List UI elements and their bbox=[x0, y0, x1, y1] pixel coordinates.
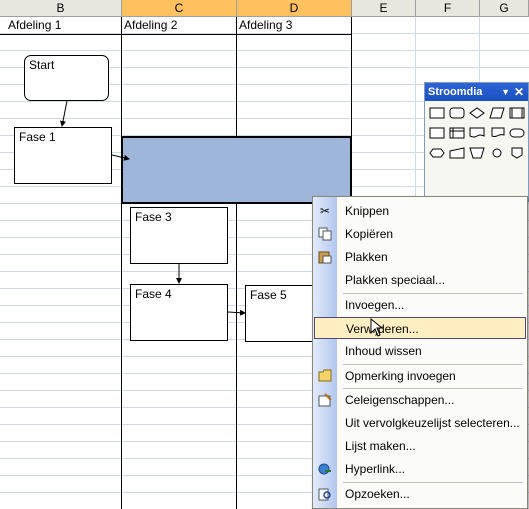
menu-item-inhoud-wissen[interactable]: Inhoud wissen bbox=[314, 340, 526, 362]
process-shape-icon[interactable] bbox=[427, 123, 447, 143]
column-header-c[interactable]: C bbox=[122, 0, 237, 17]
shape-palette bbox=[427, 103, 527, 163]
menu-item-label: Invoegen... bbox=[345, 298, 405, 312]
menu-item-celeigenschappen[interactable]: Celeigenschappen... bbox=[314, 389, 526, 411]
menu-item-label: Lijst maken... bbox=[345, 439, 416, 453]
selected-range[interactable] bbox=[121, 136, 352, 204]
data-shape-icon[interactable] bbox=[487, 103, 507, 123]
copy-icon bbox=[317, 226, 333, 242]
menu-item-label: Uit vervolgkeuzelijst selecteren... bbox=[345, 416, 520, 430]
menu-item-plakken-speciaal[interactable]: Plakken speciaal... bbox=[314, 269, 526, 291]
shape-fase5[interactable]: Fase 5 bbox=[245, 285, 315, 342]
hyperlink-icon bbox=[317, 461, 333, 477]
cell-d1[interactable]: Afdeling 3 bbox=[239, 18, 292, 32]
shape-fase1[interactable]: Fase 1 bbox=[14, 127, 112, 184]
manual-input-shape-icon[interactable] bbox=[447, 143, 467, 163]
internal-storage-shape-icon[interactable] bbox=[447, 123, 467, 143]
menu-item-label: Celeigenschappen... bbox=[345, 393, 455, 407]
menu-item-label: Hyperlink... bbox=[345, 462, 406, 476]
research-icon bbox=[317, 486, 333, 502]
menu-item-label: Kopiëren bbox=[345, 227, 394, 241]
menu-item-knippen[interactable]: ✂ Knippen bbox=[314, 200, 526, 222]
menu-item-lijst-maken[interactable]: Lijst maken... bbox=[314, 435, 526, 457]
toolbar-title: Stroomdia bbox=[428, 86, 483, 98]
column-border bbox=[121, 17, 122, 509]
paste-icon bbox=[317, 249, 333, 265]
column-header-g[interactable]: G bbox=[480, 0, 529, 17]
triangle-down-icon[interactable]: ▼ bbox=[501, 83, 510, 101]
manual-operation-shape-icon[interactable] bbox=[467, 143, 487, 163]
toolbar-title-bar[interactable]: Stroomdia ▼ ✕ bbox=[425, 83, 528, 101]
connector-shape-icon[interactable] bbox=[487, 143, 507, 163]
menu-item-label: Knippen bbox=[345, 204, 390, 218]
format-cells-icon bbox=[317, 392, 333, 408]
mouse-cursor-icon bbox=[370, 317, 384, 341]
menu-item-hyperlink[interactable]: Hyperlink... bbox=[314, 458, 526, 480]
menu-item-vervolgkeuzelijst[interactable]: Uit vervolgkeuzelijst selecteren... bbox=[314, 412, 526, 434]
flowchart-toolbar[interactable]: Stroomdia ▼ ✕ bbox=[424, 82, 529, 202]
menu-item-label: Inhoud wissen bbox=[345, 344, 422, 358]
shape-fase3[interactable]: Fase 3 bbox=[130, 207, 228, 264]
menu-item-label: Plakken bbox=[345, 250, 388, 264]
menu-item-verwijderen[interactable]: Verwijderen... bbox=[314, 317, 526, 339]
context-menu: ✂ Knippen Kopiëren Plakken Plakken speci… bbox=[312, 196, 528, 509]
menu-item-label: Opmerking invoegen bbox=[345, 369, 456, 383]
shape-start[interactable]: Start bbox=[24, 55, 109, 101]
spreadsheet: B C D E F G Afdeling 1 Afdeling 2 Afdeli… bbox=[0, 0, 529, 509]
process-shape-icon[interactable] bbox=[427, 103, 447, 123]
comment-icon bbox=[317, 368, 333, 384]
column-header-d[interactable]: D bbox=[237, 0, 352, 17]
menu-item-plakken[interactable]: Plakken bbox=[314, 246, 526, 268]
column-header-b[interactable]: B bbox=[0, 0, 122, 17]
alternate-process-shape-icon[interactable] bbox=[447, 103, 467, 123]
offpage-connector-shape-icon[interactable] bbox=[507, 143, 527, 163]
header-row-border bbox=[0, 34, 352, 35]
column-border bbox=[236, 17, 237, 509]
menu-item-opmerking-invoegen[interactable]: Opmerking invoegen bbox=[314, 365, 526, 387]
decision-shape-icon[interactable] bbox=[467, 103, 487, 123]
shape-fase4[interactable]: Fase 4 bbox=[130, 284, 228, 341]
menu-item-label: Plakken speciaal... bbox=[345, 273, 446, 287]
multidocument-shape-icon[interactable] bbox=[487, 123, 507, 143]
cell-b1[interactable]: Afdeling 1 bbox=[8, 18, 61, 32]
menu-item-label: Opzoeken... bbox=[345, 487, 410, 501]
close-icon[interactable]: ✕ bbox=[514, 83, 524, 101]
preparation-shape-icon[interactable] bbox=[427, 143, 447, 163]
menu-item-opzoeken[interactable]: Opzoeken... bbox=[314, 483, 526, 505]
column-header-e[interactable]: E bbox=[352, 0, 416, 17]
cell-c1[interactable]: Afdeling 2 bbox=[124, 18, 177, 32]
column-header-f[interactable]: F bbox=[416, 0, 480, 17]
document-shape-icon[interactable] bbox=[467, 123, 487, 143]
terminator-shape-icon[interactable] bbox=[507, 123, 527, 143]
predefined-process-shape-icon[interactable] bbox=[507, 103, 527, 123]
scissors-icon: ✂ bbox=[319, 204, 331, 218]
menu-item-kopieren[interactable]: Kopiëren bbox=[314, 223, 526, 245]
menu-item-invoegen[interactable]: Invoegen... bbox=[314, 294, 526, 316]
